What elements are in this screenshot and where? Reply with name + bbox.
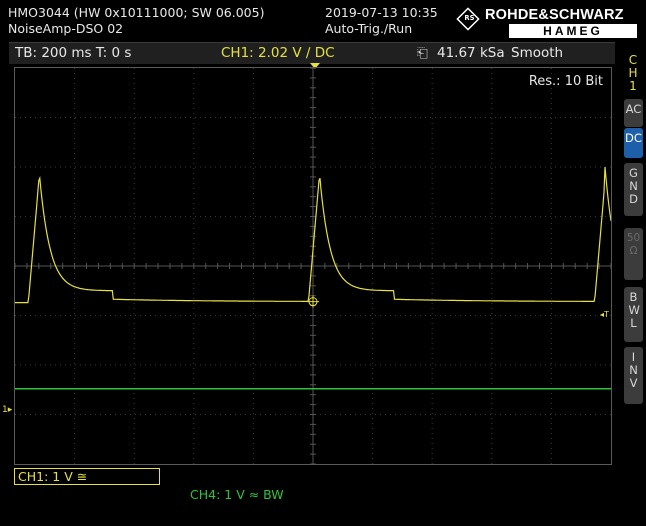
ch4-scale-label[interactable]: CH4: 1 V ≈ BW [190, 487, 284, 502]
waveform-canvas [15, 68, 611, 464]
brand-logo: RS ROHDE&SCHWARZ HAMEG [455, 7, 641, 38]
coupling-ac-button[interactable]: AC [624, 99, 643, 127]
date-time: 2019-07-13 10:35 [325, 5, 438, 20]
device-info: HMO3044 (HW 0x10111000; SW 06.005) [8, 5, 265, 20]
ch1-trigger-setting[interactable]: CH1: 2.02 V ∕ DC [221, 45, 335, 61]
ch1-ground-marker[interactable]: 1▸ [2, 405, 12, 415]
ch1-scale-label[interactable]: CH1: 1 V ≅ [14, 468, 160, 485]
resolution-label: Res.: 10 Bit [528, 74, 603, 89]
brand-name: ROHDE&SCHWARZ [485, 7, 624, 23]
timebase-setting[interactable]: TB: 200 ms T: 0 s [15, 45, 131, 61]
impedance-50-ohm-button[interactable]: 50Ω [624, 228, 643, 280]
waveform-display[interactable]: Res.: 10 Bit [14, 67, 612, 465]
setup-name: NoiseAmp-DSO 02 [8, 21, 124, 36]
acquire-icon: ⎗ [417, 45, 428, 61]
rs-emblem-icon: RS [456, 7, 480, 31]
status-bar: TB: 200 ms T: 0 s CH1: 2.02 V ∕ DC ⎗ 41.… [9, 42, 615, 64]
trigger-level-marker[interactable]: ◂T [600, 310, 609, 319]
coupling-dc-button[interactable]: DC [624, 128, 643, 158]
channel-menu-tab[interactable]: CH1 [624, 54, 642, 93]
acquire-mode[interactable]: Smooth [511, 45, 563, 61]
bandwidth-limit-button[interactable]: BWL [624, 287, 643, 342]
trigger-state: Auto-Trig./Run [325, 21, 413, 36]
coupling-gnd-button[interactable]: GND [624, 163, 643, 216]
sample-rate: 41.67 kSa [437, 45, 505, 61]
invert-button[interactable]: INV [624, 347, 643, 404]
sub-brand-name: HAMEG [509, 24, 637, 38]
